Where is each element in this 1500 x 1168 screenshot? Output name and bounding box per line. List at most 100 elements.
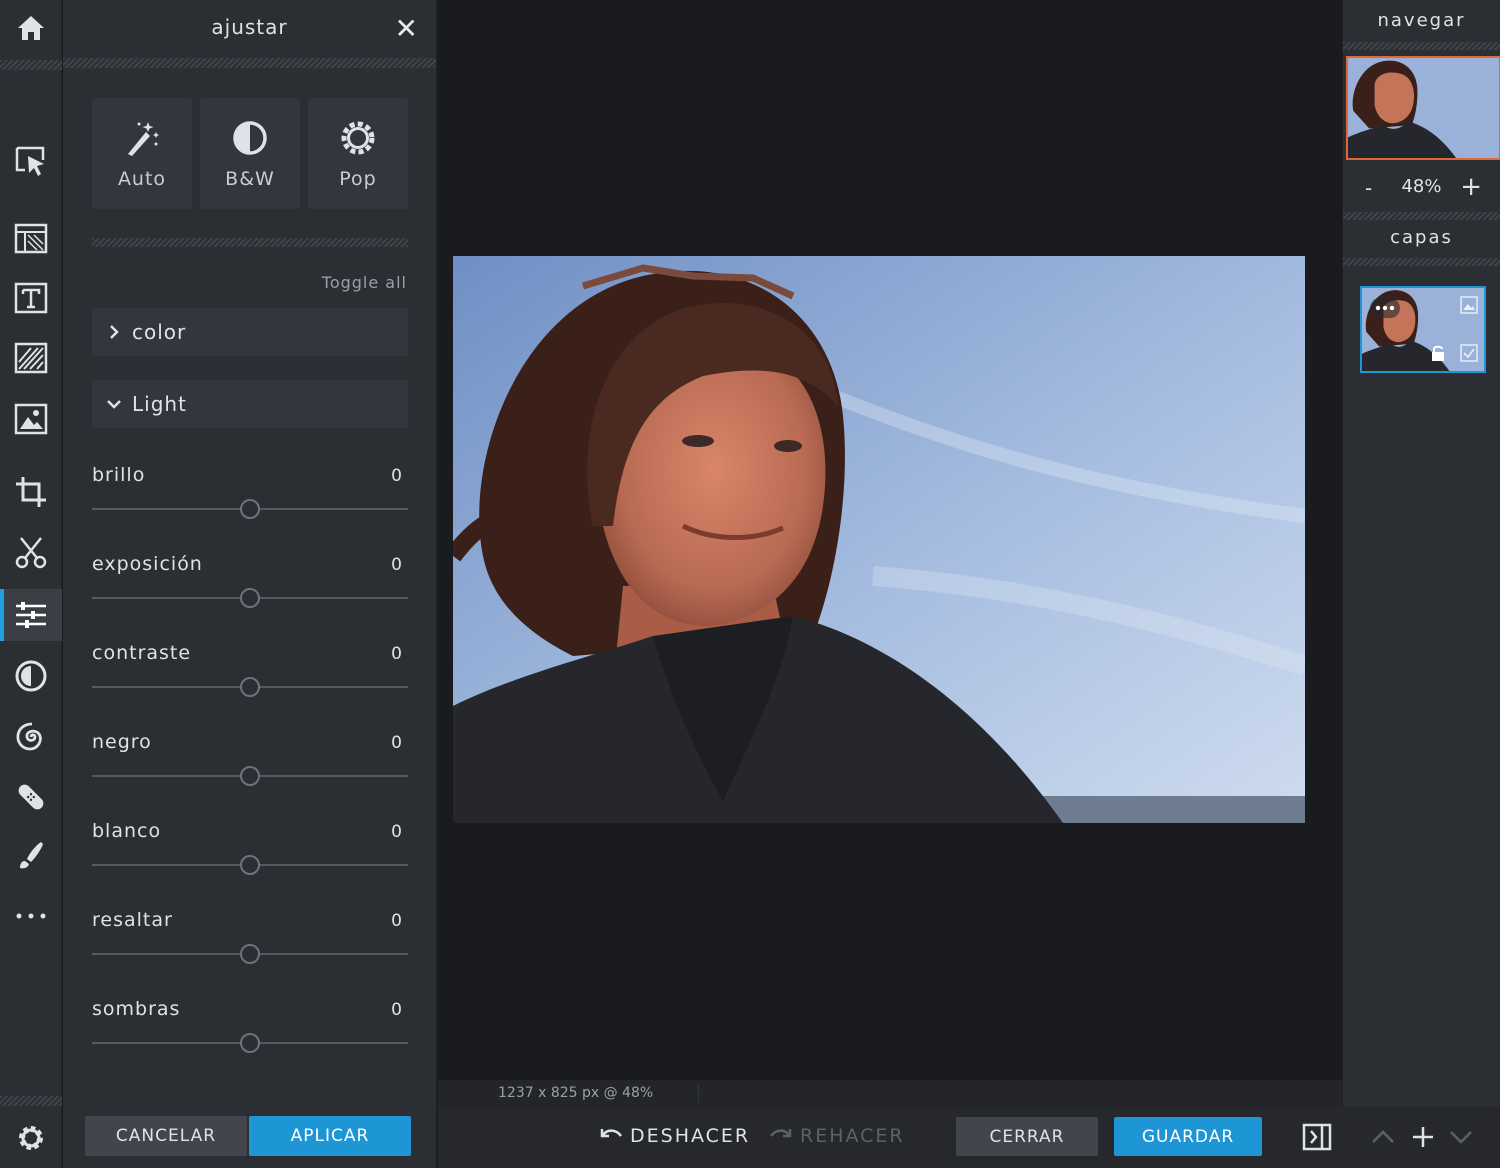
- rail-divider: [0, 60, 62, 70]
- toggle-panel-button[interactable]: [1302, 1123, 1332, 1151]
- slider-knob[interactable]: [240, 677, 260, 697]
- panel-header: ajustar ✕: [63, 0, 436, 58]
- layer-down-button[interactable]: [1448, 1125, 1474, 1149]
- settings-button[interactable]: [0, 1112, 62, 1164]
- layout-icon: [14, 223, 48, 254]
- rail-divider-bottom: [0, 1096, 62, 1106]
- slider-value: 0: [391, 911, 402, 931]
- navigate-title: navegar: [1377, 10, 1466, 31]
- slider-negro: negro 0: [92, 731, 408, 791]
- layout-tool-button[interactable]: [0, 212, 62, 264]
- close-button[interactable]: CERRAR: [956, 1117, 1098, 1156]
- zoom-in-button[interactable]: +: [1460, 172, 1482, 202]
- navigator-thumbnail[interactable]: [1346, 56, 1500, 160]
- slider-knob[interactable]: [240, 1033, 260, 1053]
- toggle-all-link[interactable]: Toggle all: [322, 273, 407, 292]
- slider-label: resaltar: [92, 909, 173, 931]
- portrait-photo: [453, 256, 1305, 823]
- zoom-controls: - 48% +: [1343, 172, 1500, 202]
- slider-exposicion: exposición 0: [92, 553, 408, 613]
- settings-gear-icon: [19, 1126, 43, 1150]
- slider-value: 0: [391, 555, 402, 575]
- home-icon: [18, 16, 44, 40]
- zoom-divider: [1343, 212, 1500, 220]
- slider-label: sombras: [92, 998, 181, 1020]
- image-icon: [1460, 296, 1478, 314]
- layer-type-indicator: [1460, 296, 1478, 314]
- slider-label: exposición: [92, 553, 203, 575]
- adjust-sliders-icon: [16, 602, 46, 628]
- navigate-divider: [1343, 42, 1500, 50]
- undo-label: DESHACER: [630, 1125, 751, 1147]
- right-panel: navegar - 48% + capas: [1342, 0, 1500, 1107]
- slider-value: 0: [391, 1000, 402, 1020]
- slider-knob[interactable]: [240, 499, 260, 519]
- brush-icon: [20, 842, 43, 869]
- preset-bw-label: B&W: [225, 168, 275, 190]
- contrast-icon: [15, 660, 47, 692]
- photo-canvas[interactable]: [453, 256, 1305, 823]
- presets-divider: [92, 238, 408, 247]
- slider-value: 0: [391, 644, 402, 664]
- section-light-header[interactable]: Light: [92, 380, 408, 428]
- select-tool-button[interactable]: [0, 136, 62, 188]
- panel-toggle-icon: [1302, 1123, 1332, 1151]
- more-dots-icon: [16, 913, 46, 919]
- cancel-button[interactable]: CANCELAR: [85, 1116, 247, 1156]
- slider-knob[interactable]: [240, 588, 260, 608]
- canvas-area[interactable]: [438, 0, 1318, 1080]
- navigator-preview-image: [1348, 58, 1499, 158]
- layer-options-button[interactable]: [1370, 298, 1400, 318]
- spiral-icon: [16, 722, 42, 751]
- preset-auto-button[interactable]: Auto: [92, 98, 192, 209]
- status-separator: [698, 1084, 699, 1102]
- more-tools-button[interactable]: [0, 890, 62, 942]
- section-color-header[interactable]: color: [92, 308, 408, 356]
- chevron-right-icon: [110, 325, 119, 339]
- bottom-toolbar: DESHACER REHACER CERRAR GUARDAR: [438, 1107, 1500, 1168]
- image-tool-button[interactable]: [0, 393, 62, 445]
- slider-knob[interactable]: [240, 944, 260, 964]
- crop-tool-button[interactable]: [0, 466, 62, 518]
- magic-wand-icon: [128, 122, 159, 156]
- effects-tool-button[interactable]: [0, 650, 62, 702]
- image-dimensions: 1237 x 825 px @ 48%: [498, 1085, 654, 1101]
- slider-value: 0: [391, 822, 402, 842]
- chevron-up-icon: [1372, 1130, 1394, 1143]
- slider-knob[interactable]: [240, 855, 260, 875]
- half-circle-icon: [233, 121, 267, 155]
- undo-button[interactable]: DESHACER: [598, 1125, 750, 1147]
- layer-item[interactable]: [1360, 286, 1486, 373]
- adjust-tool-button[interactable]: [0, 589, 62, 641]
- slider-value: 0: [391, 733, 402, 753]
- slider-value: 0: [391, 466, 402, 486]
- close-panel-button[interactable]: ✕: [395, 12, 418, 45]
- layer-up-button[interactable]: [1370, 1125, 1396, 1149]
- pattern-tool-button[interactable]: [0, 332, 62, 384]
- panel-title: ajustar: [211, 15, 288, 39]
- brush-tool-button[interactable]: [0, 830, 62, 882]
- section-color-label: color: [132, 320, 187, 344]
- preset-bw-button[interactable]: B&W: [200, 98, 300, 209]
- apply-button[interactable]: APLICAR: [249, 1116, 411, 1156]
- distort-tool-button[interactable]: [0, 711, 62, 763]
- text-tool-button[interactable]: [0, 272, 62, 324]
- select-arrow-icon: [15, 146, 45, 176]
- preset-row: Auto B&W Pop: [92, 98, 408, 209]
- preset-pop-button[interactable]: Pop: [308, 98, 408, 209]
- redo-button[interactable]: REHACER: [768, 1125, 905, 1147]
- add-layer-button[interactable]: [1410, 1125, 1436, 1149]
- checkbox-icon: [1460, 344, 1478, 362]
- crop-icon: [16, 477, 46, 507]
- layer-lock-button[interactable]: [1430, 344, 1446, 362]
- preset-auto-label: Auto: [117, 168, 167, 190]
- cut-tool-button[interactable]: [0, 527, 62, 579]
- tool-rail: [0, 0, 62, 1168]
- bandage-icon: [18, 784, 44, 810]
- save-button[interactable]: GUARDAR: [1114, 1117, 1262, 1156]
- status-bar: 1237 x 825 px @ 48%: [438, 1080, 1342, 1107]
- layer-visibility-checkbox[interactable]: [1460, 344, 1478, 362]
- slider-knob[interactable]: [240, 766, 260, 786]
- home-button[interactable]: [0, 2, 62, 54]
- heal-tool-button[interactable]: [0, 771, 62, 823]
